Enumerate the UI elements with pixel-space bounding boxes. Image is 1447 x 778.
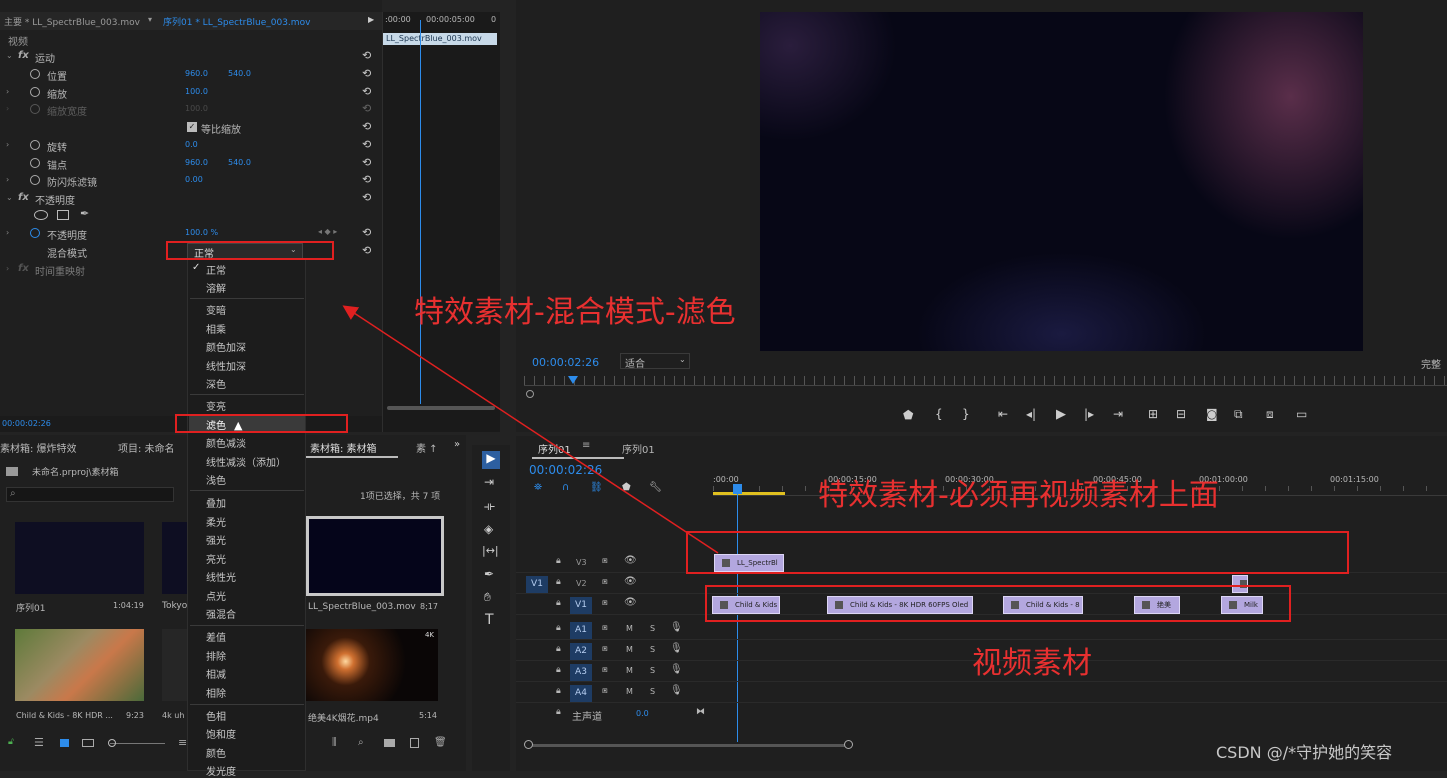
annotation-text-above: 特效素材-必须再视频素材上面 (818, 478, 1219, 513)
annotation-arrow (342, 305, 719, 554)
watermark: CSDN @/*守护她的笑容 (1216, 743, 1393, 762)
annotation-text-video: 视频素材 (972, 646, 1092, 681)
annotation-text-blend: 特效素材-混合模式-滤色 (414, 295, 736, 330)
